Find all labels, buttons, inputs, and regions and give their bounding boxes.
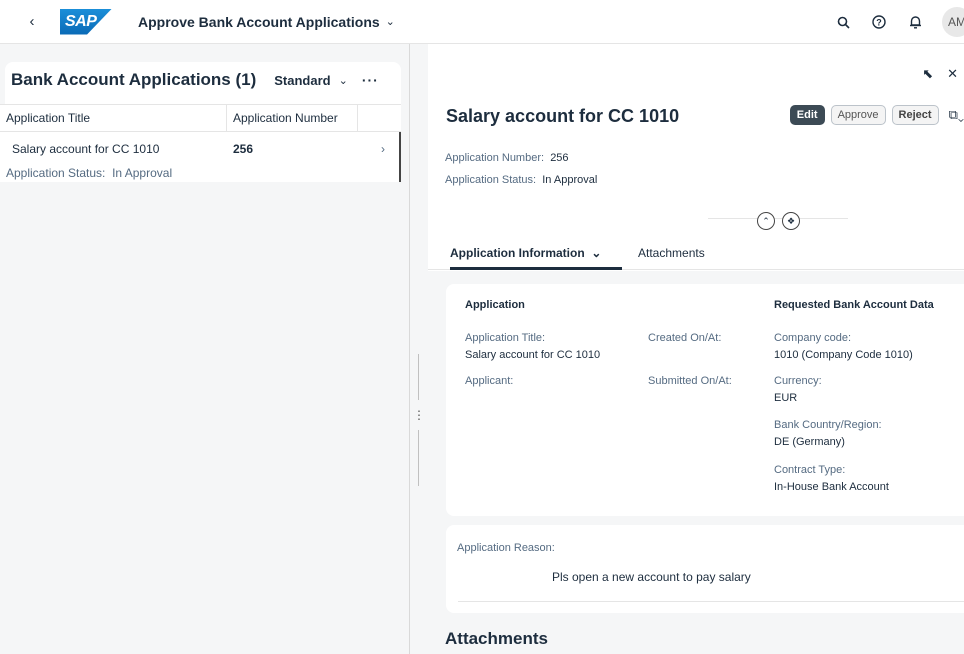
chevron-right-icon: ›: [381, 142, 385, 156]
tab-label: Application Information: [450, 246, 585, 260]
master-list-pane: Bank Account Applications (1) Standard ⌄…: [0, 44, 410, 654]
row-status-label: Application Status:: [6, 166, 106, 180]
more-options-icon[interactable]: ···: [362, 72, 379, 88]
splitter-line-bottom: [418, 430, 419, 486]
application-card: Application Requested Bank Account Data …: [446, 284, 964, 516]
field-value-contract-type: In-House Bank Account: [774, 481, 889, 493]
collapse-header-icon[interactable]: ⌃: [757, 212, 775, 230]
chevron-down-icon: ⌄: [591, 246, 602, 260]
field-value: In Approval: [542, 174, 598, 186]
field-value-bank-country: DE (Germany): [774, 436, 845, 448]
sap-logo[interactable]: SAP: [60, 8, 112, 35]
splitter-line-top: [418, 354, 419, 400]
notifications-button[interactable]: [900, 7, 930, 37]
table-row[interactable]: Salary account for CC 1010 256 Applicati…: [0, 132, 401, 182]
list-title: Bank Account Applications (1): [11, 70, 257, 89]
table-header: Application Title Application Number: [0, 104, 401, 132]
list-card: Bank Account Applications (1) Standard ⌄…: [0, 62, 401, 182]
app-title: Approve Bank Account Applications: [138, 13, 380, 30]
row-title: Salary account for CC 1010: [12, 142, 160, 156]
help-icon: ?: [872, 15, 886, 29]
reason-divider: [458, 601, 964, 602]
avatar[interactable]: AM: [942, 7, 964, 37]
attachments-section-title: Attachments: [445, 629, 548, 648]
share-icon[interactable]: ⧉⌄: [949, 107, 964, 123]
row-number: 256: [233, 142, 254, 156]
bell-icon: [909, 16, 921, 29]
field-label: Application Status:: [445, 174, 537, 186]
column-header-number[interactable]: Application Number: [227, 105, 358, 131]
field-value-app-title: Salary account for CC 1010: [465, 349, 601, 361]
active-tab-indicator: [450, 267, 622, 270]
field-value-company-code: 1010 (Company Code 1010): [774, 349, 913, 361]
close-icon[interactable]: ✕: [947, 66, 958, 82]
reject-button[interactable]: Reject: [891, 105, 939, 125]
fullscreen-icon[interactable]: ⬉: [922, 66, 933, 82]
header-field-number: Application Number: 256: [445, 152, 569, 164]
pane-splitter[interactable]: ⋮⋮: [412, 44, 437, 654]
edit-button[interactable]: Edit: [789, 105, 825, 125]
field-label-reason: Application Reason:: [457, 542, 555, 554]
variant-label: Standard: [274, 72, 331, 88]
field-value-currency: EUR: [774, 392, 798, 404]
section-title-requested: Requested Bank Account Data: [774, 299, 934, 311]
shell-bar: ‹ SAP Approve Bank Account Applications …: [0, 0, 964, 44]
reason-card: Application Reason: Pls open a new accou…: [446, 525, 964, 613]
header-field-status: Application Status: In Approval: [445, 174, 597, 186]
header-divider: [708, 218, 848, 219]
tab-bar: Application Information ⌄ Attachments: [428, 238, 964, 270]
back-icon: ‹: [29, 13, 35, 30]
field-label-applicant: Applicant:: [465, 375, 514, 387]
field-value-reason: Pls open a new account to pay salary: [552, 570, 751, 584]
chevron-down-icon: ⌄: [385, 16, 395, 28]
column-header-nav: [358, 105, 401, 131]
row-status: Application Status: In Approval: [6, 166, 172, 180]
row-status-value: In Approval: [112, 166, 173, 180]
svg-text:?: ?: [876, 18, 882, 28]
field-label-company-code: Company code:: [774, 332, 852, 344]
search-icon: [837, 16, 850, 29]
detail-pane: ⬉ ✕ Salary account for CC 1010 Edit Appr…: [428, 44, 964, 654]
column-header-title[interactable]: Application Title: [0, 105, 227, 131]
field-label-bank-country: Bank Country/Region:: [774, 419, 882, 431]
field-label-app-title: Application Title:: [465, 332, 546, 344]
field-label-currency: Currency:: [774, 375, 822, 387]
help-button[interactable]: ?: [864, 7, 894, 37]
back-button[interactable]: ‹: [18, 8, 46, 36]
field-label-contract-type: Contract Type:: [774, 464, 846, 476]
approve-button[interactable]: Approve: [830, 105, 886, 125]
object-title: Salary account for CC 1010: [446, 106, 680, 126]
section-title-application: Application: [465, 299, 525, 311]
tab-application-information[interactable]: Application Information ⌄: [450, 246, 601, 260]
tab-attachments[interactable]: Attachments: [638, 246, 705, 260]
chevron-down-icon: ⌄: [338, 74, 348, 87]
search-button[interactable]: [828, 7, 858, 37]
app-title-menu[interactable]: Approve Bank Account Applications ⌄: [138, 14, 395, 30]
pin-icon[interactable]: ❖: [782, 212, 800, 230]
field-value: 256: [550, 152, 569, 164]
field-label-submitted: Submitted On/At:: [648, 375, 732, 387]
variant-selector[interactable]: Standard ⌄: [268, 69, 354, 92]
field-label-created: Created On/At:: [648, 332, 722, 344]
field-label: Application Number:: [445, 152, 545, 164]
content-area: Application Requested Bank Account Data …: [428, 271, 964, 654]
